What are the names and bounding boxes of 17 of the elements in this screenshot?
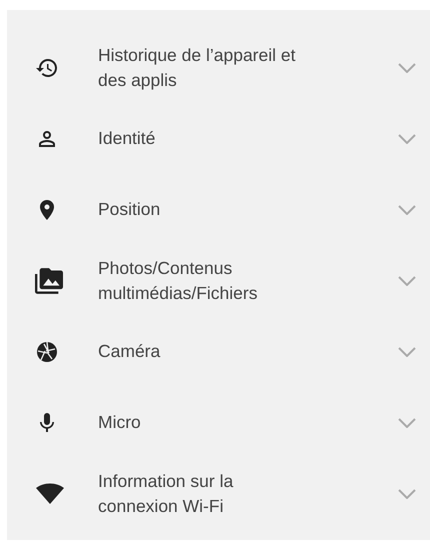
permission-label: Identité	[98, 127, 156, 150]
chevron-down-icon[interactable]	[398, 204, 416, 214]
chevron-down-icon[interactable]	[398, 488, 416, 498]
chevron-down-icon[interactable]	[398, 276, 416, 286]
wifi-icon	[35, 482, 65, 506]
permission-label: Historique de l’appareil et des applis	[98, 44, 296, 92]
permission-label: Information sur la connexion Wi-Fi	[98, 470, 234, 518]
chevron-down-icon[interactable]	[398, 346, 416, 356]
permission-label: Position	[98, 198, 162, 221]
permission-label: Caméra	[98, 340, 162, 363]
camera-shutter-icon	[35, 340, 59, 364]
permission-label: Micro	[98, 411, 142, 434]
chevron-down-icon[interactable]	[398, 418, 416, 428]
chevron-down-icon[interactable]	[398, 62, 416, 72]
photo-folder-icon	[35, 268, 63, 294]
chevron-down-icon[interactable]	[398, 134, 416, 144]
permission-label: Photos/Contenus multimédias/Fichiers	[98, 256, 258, 304]
